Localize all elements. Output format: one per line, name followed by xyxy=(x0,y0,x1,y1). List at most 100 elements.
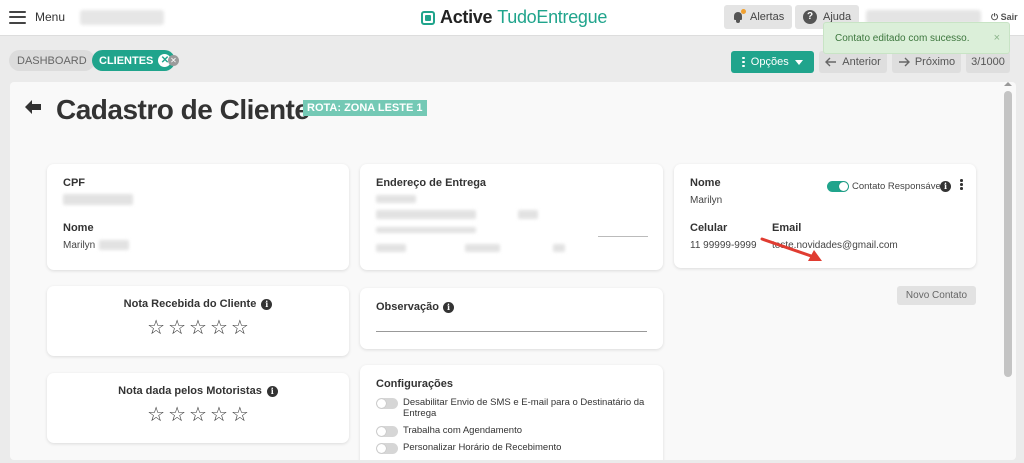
info-icon[interactable]: i xyxy=(940,181,951,192)
toast-message: Contato editado com sucesso. xyxy=(835,32,970,44)
arrow-left-icon xyxy=(825,57,837,67)
page-counter-value: 3/1000 xyxy=(971,56,1005,68)
scheduling-label: Trabalha com Agendamento xyxy=(403,425,523,436)
brand-icon xyxy=(421,10,435,25)
info-icon[interactable]: i xyxy=(266,385,278,397)
client-name-label: Nome xyxy=(63,222,94,234)
contact-menu-icon[interactable] xyxy=(960,179,963,190)
vertical-dots-icon xyxy=(742,56,745,68)
close-all-tabs-icon[interactable]: ✕ xyxy=(168,55,179,66)
configurations-card: Configurações Desabilitar Envio de SMS e… xyxy=(360,365,663,460)
star-icon[interactable]: ☆ xyxy=(210,405,228,425)
next-button[interactable]: Próximo xyxy=(892,51,961,73)
disable-sms-toggle[interactable] xyxy=(376,398,398,409)
redacted-address-line xyxy=(465,244,500,252)
rating-received-card: Nota Recebida do Cliente i ☆ ☆ ☆ ☆ ☆ xyxy=(47,286,349,356)
previous-button[interactable]: Anterior xyxy=(819,51,887,73)
arrow-right-icon xyxy=(898,57,910,67)
rating-received-title: Nota Recebida do Cliente i xyxy=(47,298,349,310)
star-icon[interactable]: ☆ xyxy=(231,405,249,425)
rating-given-stars: ☆ ☆ ☆ ☆ ☆ xyxy=(47,405,349,425)
brand-primary: Active xyxy=(440,7,493,27)
toast-close-icon[interactable]: × xyxy=(994,32,1000,44)
next-label: Próximo xyxy=(914,56,956,68)
menu-button[interactable]: Menu xyxy=(9,10,65,24)
tab-dashboard[interactable]: DASHBOARD xyxy=(9,50,95,71)
rating-received-stars: ☆ ☆ ☆ ☆ ☆ xyxy=(47,318,349,338)
phone-value: 11 99999-9999 xyxy=(690,240,757,251)
new-contact-button[interactable]: Novo Contato xyxy=(897,286,976,305)
redacted-cpf xyxy=(63,194,133,205)
help-icon: ? xyxy=(803,10,817,24)
info-icon[interactable]: i xyxy=(261,298,273,310)
redacted-address-line xyxy=(376,210,476,219)
contact-name-value: Marilyn xyxy=(690,195,723,206)
options-label: Opções xyxy=(750,56,789,68)
rating-given-card: Nota dada pelos Motoristas i ☆ ☆ ☆ ☆ ☆ xyxy=(47,373,349,443)
observation-card: Observação i xyxy=(360,288,663,349)
configurations-title: Configurações xyxy=(376,378,454,390)
star-icon[interactable]: ☆ xyxy=(189,318,207,338)
main-panel: Cadastro de Cliente ROTA: ZONA LESTE 1 C… xyxy=(10,82,1016,460)
redacted-surname xyxy=(99,240,129,250)
scrollbar-thumb[interactable] xyxy=(1004,91,1012,377)
tab-clientes[interactable]: CLIENTES ✕ xyxy=(92,50,176,71)
cpf-label: CPF xyxy=(63,177,85,189)
success-toast: Contato editado com sucesso. × xyxy=(823,22,1010,54)
phone-label: Celular xyxy=(690,222,728,234)
scroll-up-icon[interactable] xyxy=(1004,82,1012,86)
observation-title: Observação i xyxy=(376,301,454,313)
menu-label: Menu xyxy=(35,10,66,24)
responsible-contact-toggle[interactable] xyxy=(827,181,849,192)
star-icon[interactable]: ☆ xyxy=(168,318,186,338)
info-icon[interactable]: i xyxy=(442,301,454,313)
redacted-address-line xyxy=(553,244,565,252)
email-label: Email xyxy=(772,222,802,234)
client-name-value: Marilyn xyxy=(63,240,96,251)
page-title: Cadastro de Cliente xyxy=(56,94,310,125)
hamburger-icon xyxy=(9,10,26,24)
star-icon[interactable]: ☆ xyxy=(168,405,186,425)
redacted-address-line xyxy=(518,210,538,219)
options-button[interactable]: Opções xyxy=(731,51,814,73)
page-counter: 3/1000 xyxy=(966,51,1010,73)
route-badge: ROTA: ZONA LESTE 1 xyxy=(303,100,427,116)
redacted-address-line xyxy=(376,227,476,233)
scheduling-toggle[interactable] xyxy=(376,426,398,437)
star-icon[interactable]: ☆ xyxy=(189,405,207,425)
scrollbar[interactable] xyxy=(1004,82,1012,457)
caret-down-icon xyxy=(794,59,803,65)
exit-label: Sair xyxy=(1000,12,1018,22)
rating-given-label: Nota dada pelos Motoristas xyxy=(118,385,262,397)
address-field-line xyxy=(598,236,648,237)
previous-label: Anterior xyxy=(842,56,881,68)
annotation-arrow-icon xyxy=(760,237,822,261)
rating-received-label: Nota Recebida do Cliente xyxy=(123,298,257,310)
alerts-label: Alertas xyxy=(750,11,785,23)
tab-clientes-label: CLIENTES xyxy=(99,54,154,67)
new-contact-label: Novo Contato xyxy=(905,290,968,301)
observation-input[interactable] xyxy=(376,331,647,332)
address-card: Endereço de Entrega xyxy=(360,164,663,270)
star-icon[interactable]: ☆ xyxy=(231,318,249,338)
alerts-button[interactable]: Alertas xyxy=(724,5,793,29)
address-label: Endereço de Entrega xyxy=(376,177,487,189)
brand-secondary: TudoEntregue xyxy=(497,7,608,27)
custom-hours-label: Personalizar Horário de Recebimento xyxy=(403,442,562,453)
star-icon[interactable]: ☆ xyxy=(147,405,165,425)
redacted-address-line xyxy=(376,195,416,203)
bell-icon xyxy=(732,9,746,23)
redacted-user-info xyxy=(80,10,164,25)
star-icon[interactable]: ☆ xyxy=(147,318,165,338)
rating-given-title: Nota dada pelos Motoristas i xyxy=(47,385,349,397)
custom-hours-toggle[interactable] xyxy=(376,443,398,454)
back-arrow-icon[interactable] xyxy=(24,99,42,115)
contact-name-label: Nome xyxy=(690,177,721,189)
disable-sms-label: Desabilitar Envio de SMS e E-mail para o… xyxy=(403,397,645,419)
observation-label: Observação xyxy=(376,301,439,313)
tab-dashboard-label: DASHBOARD xyxy=(17,54,87,67)
brand-logo: Active TudoEntregue xyxy=(421,7,607,28)
star-icon[interactable]: ☆ xyxy=(210,318,228,338)
responsible-contact-label: Contato Responsável xyxy=(852,181,943,192)
client-card: CPF Nome Marilyn xyxy=(47,164,349,270)
